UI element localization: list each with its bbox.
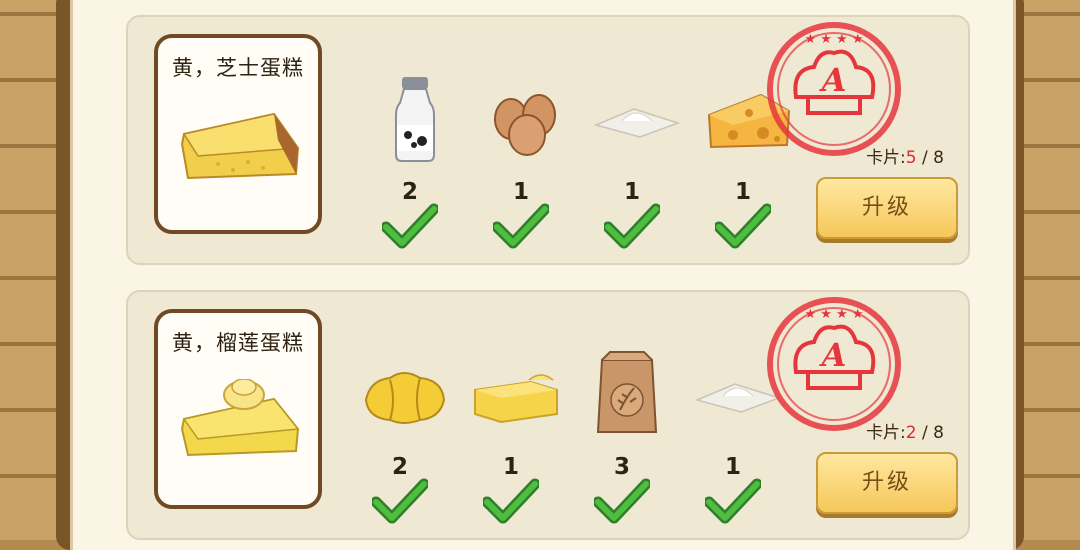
recipe-card: 黄，榴莲蛋糕 2 1 3 1 A ★ ★ ★ ★ 卡片:2 / 8 升级: [126, 290, 970, 540]
flour-pile-icon: [593, 108, 681, 138]
ingredient-count: 3: [613, 454, 630, 480]
cake-name: 黄，芝士蛋糕: [172, 56, 304, 80]
svg-text:A: A: [819, 61, 847, 99]
check-icon: [705, 478, 761, 524]
svg-text:★ ★ ★ ★: ★ ★ ★ ★: [804, 32, 863, 47]
grade-a-stamp-icon: A ★ ★ ★ ★: [767, 297, 901, 431]
card-progress: 卡片:5 / 8: [834, 143, 944, 168]
ingredient-slot: 2: [360, 75, 460, 275]
check-icon: [493, 203, 549, 249]
svg-text:★ ★ ★ ★: ★ ★ ★ ★: [804, 307, 863, 322]
recipe-card: 黄，芝士蛋糕 2 1 1 1 A ★ ★ ★ ★ 卡片:5 / 8 升级: [126, 15, 970, 265]
flour-bag-icon: [596, 351, 658, 433]
card-progress-label: 卡片:: [866, 148, 906, 168]
check-icon: [372, 478, 428, 524]
upgrade-button[interactable]: 升级: [816, 177, 958, 239]
svg-text:A: A: [819, 336, 847, 374]
card-progress-total: 8: [933, 148, 944, 168]
card-progress-sep: /: [916, 423, 934, 443]
check-icon: [715, 203, 771, 249]
durian-cake-icon: [180, 379, 300, 457]
milk-bottle-icon: [395, 77, 435, 162]
ingredient-slot: 3: [572, 350, 672, 550]
card-progress-current: 5: [905, 148, 917, 168]
eggs-icon: [494, 94, 556, 156]
cake-name: 黄，榴莲蛋糕: [172, 331, 304, 355]
card-progress-total: 8: [933, 423, 944, 443]
check-icon: [483, 478, 539, 524]
card-progress: 卡片:2 / 8: [834, 418, 944, 443]
ingredient-slot: 1: [461, 350, 561, 550]
card-progress-label: 卡片:: [866, 423, 906, 443]
ingredient-slot: 2: [350, 350, 450, 550]
check-icon: [594, 478, 650, 524]
ingredient-count: 1: [512, 179, 529, 205]
ingredient-count: 1: [724, 454, 741, 480]
check-icon: [604, 203, 660, 249]
ingredient-count: 2: [391, 454, 408, 480]
card-progress-current: 2: [905, 423, 917, 443]
grade-a-stamp-icon: A ★ ★ ★ ★: [767, 22, 901, 156]
cake-portrait[interactable]: 黄，芝士蛋糕: [154, 34, 322, 234]
upgrade-button[interactable]: 升级: [816, 452, 958, 514]
ingredient-slot: 1: [471, 75, 571, 275]
butter-icon: [474, 374, 558, 424]
ingredient-count: 1: [502, 454, 519, 480]
card-progress-sep: /: [916, 148, 934, 168]
cheesecake-icon: [180, 112, 300, 180]
ingredient-count: 1: [734, 179, 751, 205]
check-icon: [382, 203, 438, 249]
ingredient-count: 1: [623, 179, 640, 205]
ingredient-slot: 1: [582, 75, 682, 275]
ingredient-count: 2: [401, 179, 418, 205]
durian-icon: [364, 372, 446, 424]
cake-portrait[interactable]: 黄，榴莲蛋糕: [154, 309, 322, 509]
